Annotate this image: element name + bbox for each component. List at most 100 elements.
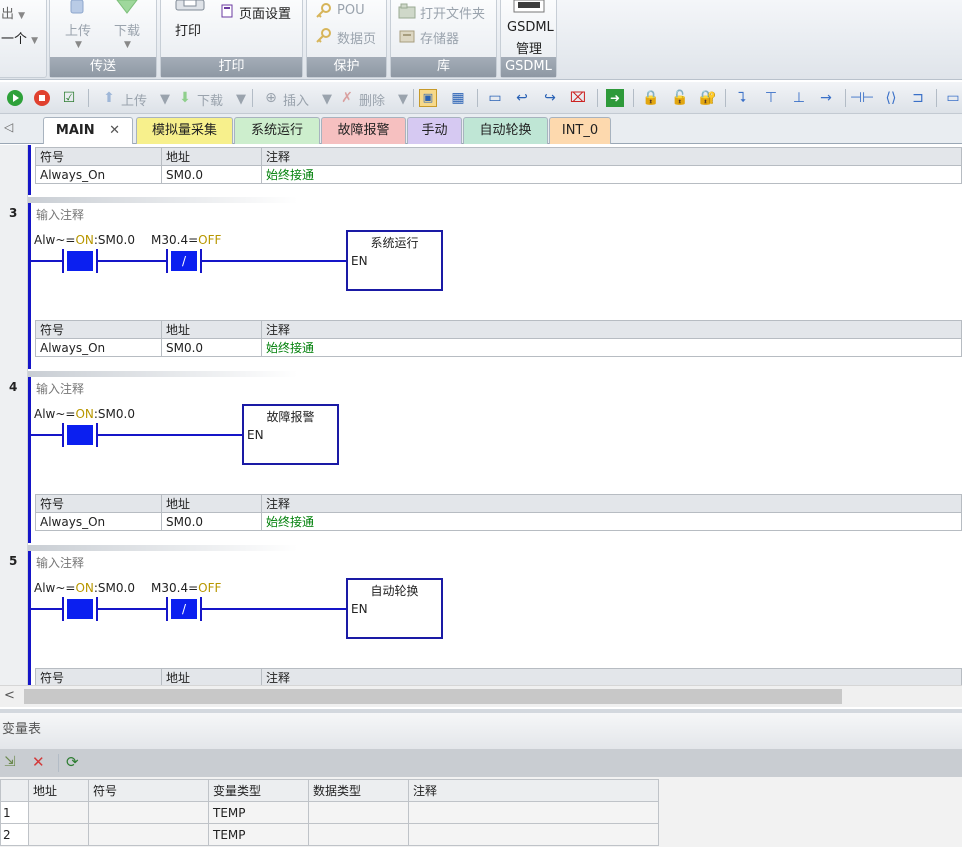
page-setup-icon[interactable]: [221, 4, 233, 18]
tab-int-0[interactable]: INT_0: [549, 117, 611, 144]
toolbar-upload-chevron-down-icon[interactable]: ▼: [160, 92, 170, 107]
insert-button[interactable]: 插入: [283, 90, 309, 109]
subroutine-call-box[interactable]: 故障报警 EN: [242, 404, 339, 465]
comment-cell[interactable]: [408, 823, 659, 846]
variable-type-cell[interactable]: TEMP: [208, 823, 309, 846]
data-page-button[interactable]: 数据页: [337, 28, 376, 47]
open-folder-button[interactable]: 打开文件夹: [420, 3, 485, 22]
xml-file-icon[interactable]: [513, 0, 545, 14]
comment-column-header: 注释: [408, 779, 659, 802]
tab-main[interactable]: MAIN ✕: [43, 117, 133, 144]
table-status-icon[interactable]: ▦: [449, 89, 467, 107]
pou-key-icon[interactable]: [315, 3, 331, 19]
branch-line-up-icon[interactable]: ⊥: [790, 89, 808, 107]
normally-closed-contact[interactable]: /: [166, 597, 202, 621]
download-chevron-down-icon[interactable]: ▼: [124, 40, 131, 50]
partial-mid-item[interactable]: 一个 ▼: [1, 28, 38, 47]
refresh-icon[interactable]: ⟳: [66, 753, 79, 771]
clear-bookmarks-icon[interactable]: ⌧: [569, 89, 587, 107]
tab-analog-acquisition[interactable]: 模拟量采集: [136, 117, 233, 144]
stop-icon[interactable]: [33, 89, 51, 107]
run-icon[interactable]: [6, 89, 24, 107]
network-separator: [28, 197, 298, 203]
upload-icon[interactable]: [68, 0, 86, 14]
upload-button[interactable]: 上传: [65, 20, 91, 39]
download-button[interactable]: 下载: [114, 20, 140, 39]
bookmark-icon[interactable]: ▭: [486, 89, 504, 107]
wire-right-icon[interactable]: →: [817, 89, 835, 107]
tab-scroll-left-icon[interactable]: ◁: [4, 120, 13, 134]
subroutine-call-box[interactable]: 系统运行 EN: [346, 230, 443, 291]
comment-cell[interactable]: [408, 801, 659, 824]
memory-icon[interactable]: [399, 28, 415, 44]
horizontal-scrollbar[interactable]: <: [0, 685, 962, 707]
upload-chevron-down-icon[interactable]: ▼: [75, 40, 82, 50]
toolbar-download-button[interactable]: 下载: [197, 90, 223, 109]
scroll-left-arrow-icon[interactable]: <: [4, 688, 15, 703]
navigate-back-icon[interactable]: ↩: [513, 89, 531, 107]
page-setup-button[interactable]: 页面设置: [239, 3, 291, 22]
printer-icon[interactable]: [175, 0, 205, 12]
memory-button[interactable]: 存储器: [420, 28, 459, 47]
normally-closed-contact[interactable]: /: [166, 249, 202, 273]
tab-close-icon[interactable]: ✕: [109, 123, 120, 138]
toolbar-upload-icon[interactable]: ⬆: [100, 89, 118, 107]
ladder-editor[interactable]: 符号 地址 注释 Always_On SM0.0 始终接通 3 输入注释 Alw~=ON…: [0, 145, 962, 685]
toolbar-upload-button[interactable]: 上传: [121, 90, 147, 109]
compile-check-icon[interactable]: ☑: [60, 89, 78, 107]
network-comment[interactable]: 输入注释: [36, 554, 84, 571]
unlock-icon[interactable]: 🔓: [671, 89, 689, 107]
program-status-icon[interactable]: ▣: [419, 89, 437, 107]
branch-down-icon[interactable]: ⮧: [733, 89, 751, 107]
gsdml-button-line1[interactable]: GSDML: [507, 20, 554, 35]
data-page-key-icon[interactable]: [315, 28, 331, 44]
lock-icon[interactable]: 🔒: [642, 89, 660, 107]
more-tools-icon[interactable]: ▭: [944, 89, 962, 107]
network-number: 5: [9, 554, 18, 568]
tab-auto-rotate[interactable]: 自动轮换: [463, 117, 548, 144]
coil-icon[interactable]: ⟨⟩: [882, 89, 900, 107]
box-icon[interactable]: ⊐: [909, 89, 927, 107]
symbol-cell[interactable]: [88, 801, 209, 824]
address-cell[interactable]: [28, 823, 89, 846]
scrollbar-thumb[interactable]: [24, 689, 842, 704]
data-type-cell[interactable]: [308, 823, 409, 846]
delete-row-icon[interactable]: ✕: [32, 753, 45, 771]
normally-open-contact[interactable]: [62, 249, 98, 273]
address-cell[interactable]: [28, 801, 89, 824]
insert-chevron-down-icon[interactable]: ▼: [322, 92, 332, 107]
pou-button[interactable]: POU: [337, 3, 365, 18]
insert-row-icon[interactable]: ⇲: [4, 754, 16, 770]
toolbar-download-icon[interactable]: ⬇: [176, 89, 194, 107]
network-comment[interactable]: 输入注释: [36, 206, 84, 223]
delete-chevron-down-icon[interactable]: ▼: [398, 92, 408, 107]
tab-system-run[interactable]: 系统运行: [234, 117, 320, 144]
tab-manual[interactable]: 手动: [407, 117, 462, 144]
delete-icon[interactable]: ✗: [338, 89, 356, 107]
tab-fault-alarm[interactable]: 故障报警: [321, 117, 406, 144]
navigate-forward-icon[interactable]: ↪: [541, 89, 559, 107]
goto-icon[interactable]: ➜: [606, 89, 624, 107]
download-icon[interactable]: [116, 0, 138, 14]
insert-icon[interactable]: ⊕: [262, 89, 280, 107]
partial-top-item[interactable]: 出 ▼: [1, 3, 25, 22]
contact-icon[interactable]: ⊣⊢: [850, 89, 874, 107]
table-row[interactable]: 2 TEMP: [0, 823, 659, 846]
gsdml-button-line2[interactable]: 管理: [516, 38, 542, 57]
table-row[interactable]: 1 TEMP: [0, 801, 659, 824]
comment-cell: 始终接通: [261, 338, 962, 357]
network-comment[interactable]: 输入注释: [36, 380, 84, 397]
data-type-cell[interactable]: [308, 801, 409, 824]
normally-open-contact[interactable]: [62, 597, 98, 621]
lock-all-icon[interactable]: 🔐: [699, 89, 717, 107]
variable-type-cell[interactable]: TEMP: [208, 801, 309, 824]
branch-line-down-icon[interactable]: ⊤: [762, 89, 780, 107]
subroutine-call-box[interactable]: 自动轮换 EN: [346, 578, 443, 639]
symbol-table: 符号 地址 注释 Always_On SM0.0 始终接通: [35, 147, 962, 184]
symbol-cell[interactable]: [88, 823, 209, 846]
print-button[interactable]: 打印: [175, 20, 201, 39]
delete-button[interactable]: 删除: [359, 90, 385, 109]
normally-open-contact[interactable]: [62, 423, 98, 447]
toolbar-download-chevron-down-icon[interactable]: ▼: [236, 92, 246, 107]
open-folder-icon[interactable]: [398, 3, 416, 19]
